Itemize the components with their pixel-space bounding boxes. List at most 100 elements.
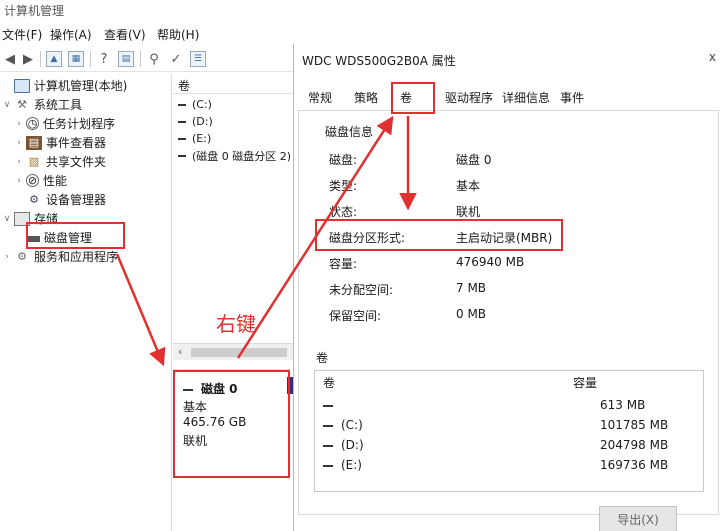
- tree-item-event-viewer[interactable]: › ▤ 事件查看器: [14, 133, 106, 152]
- column-header-volume[interactable]: 卷: [173, 74, 293, 94]
- up-folder-icon[interactable]: ▲: [46, 51, 62, 67]
- tree-item-device-manager[interactable]: ⚙ 设备管理器: [14, 190, 106, 209]
- info-label-disk: 磁盘:: [329, 153, 358, 167]
- computer-icon: [14, 78, 30, 93]
- volume-icon: [178, 103, 186, 106]
- info-value-disk: 磁盘 0: [456, 153, 492, 167]
- table-row[interactable]: (C:) 101785 MB: [315, 416, 703, 436]
- tree-root-label: 计算机管理(本地): [34, 79, 128, 93]
- horizontal-scrollbar[interactable]: ‹: [173, 343, 293, 360]
- show-hide-tree-icon[interactable]: ▦: [68, 51, 84, 67]
- tree-item-label: 存储: [34, 212, 59, 226]
- tree-item-task-scheduler[interactable]: › ◷ 任务计划程序: [14, 114, 115, 133]
- back-icon[interactable]: ◀: [2, 51, 18, 67]
- info-label-type: 类型:: [329, 179, 358, 193]
- volume-name-cell: (E:): [323, 458, 362, 472]
- chevron-down-icon[interactable]: ∨: [2, 100, 12, 110]
- volume-item[interactable]: (D:): [178, 113, 213, 130]
- help-icon[interactable]: ?: [96, 51, 112, 67]
- volumes-heading: 卷: [316, 351, 329, 365]
- tab-volumes[interactable]: 卷: [400, 89, 412, 106]
- device-manager-icon: ⚙: [29, 193, 39, 206]
- tree-item-performance[interactable]: › ⊘ 性能: [14, 171, 67, 190]
- tab-strip: 常规 策略 卷 驱动程序 详细信息 事件: [294, 84, 722, 110]
- chevron-right-icon[interactable]: ›: [14, 138, 24, 148]
- volume-item[interactable]: (C:): [178, 96, 212, 113]
- toolbar-separator: [90, 51, 91, 67]
- volume-capacity: 169736 MB: [600, 458, 669, 472]
- storage-icon: [14, 211, 30, 226]
- key-icon[interactable]: ⚲: [146, 51, 162, 67]
- volume-icon: [323, 404, 333, 407]
- tree-item-label: 系统工具: [34, 98, 83, 112]
- disk-icon: [183, 388, 193, 391]
- forward-icon[interactable]: ▶: [20, 51, 36, 67]
- tree-item-label: 事件查看器: [46, 136, 107, 150]
- volume-item-label: (C:): [192, 98, 212, 111]
- chevron-down-icon[interactable]: ∨: [2, 214, 12, 224]
- column-header-capacity[interactable]: 容量: [573, 374, 597, 391]
- table-row[interactable]: 613 MB: [315, 396, 703, 416]
- volume-item[interactable]: (磁盘 0 磁盘分区 2): [178, 147, 291, 164]
- tab-general[interactable]: 常规: [308, 89, 332, 106]
- volume-item-label: (D:): [192, 115, 213, 128]
- tab-details[interactable]: 详细信息: [502, 89, 550, 106]
- tree-item-shared-folders[interactable]: › ▧ 共享文件夹: [14, 152, 106, 171]
- volume-name: (C:): [341, 418, 363, 432]
- disk-panel[interactable]: 磁盘 0 基本 465.76 GB 联机: [173, 369, 291, 479]
- volume-name: (D:): [341, 438, 364, 452]
- volume-icon: [178, 120, 186, 123]
- properties-icon[interactable]: ▤: [118, 51, 134, 67]
- volume-icon: [178, 137, 186, 140]
- chevron-right-icon[interactable]: ›: [14, 119, 24, 129]
- tab-driver[interactable]: 驱动程序: [445, 89, 493, 106]
- tree-item-system-tools[interactable]: ∨ ⚒ 系统工具: [2, 95, 82, 114]
- volume-item[interactable]: (E:): [178, 130, 211, 147]
- menu-bar: 文件(F) 操作(A) 查看(V) 帮助(H): [0, 24, 300, 44]
- menu-file[interactable]: 文件(F): [2, 26, 42, 43]
- info-value-type: 基本: [456, 179, 481, 193]
- volume-capacity: 101785 MB: [600, 418, 669, 432]
- tree-item-label: 性能: [43, 174, 68, 188]
- close-icon[interactable]: x: [709, 50, 716, 64]
- column-header-volume[interactable]: 卷: [323, 374, 335, 391]
- menu-action[interactable]: 操作(A): [50, 26, 92, 43]
- info-label-partition-style: 磁盘分区形式:: [329, 231, 406, 245]
- toolbar: ◀ ▶ ▲ ▦ ? ▤ ⚲ ✓ ☰: [0, 46, 300, 72]
- chevron-right-icon[interactable]: ›: [14, 176, 24, 186]
- disk-name: 磁盘 0: [201, 382, 238, 396]
- table-row[interactable]: (D:) 204798 MB: [315, 436, 703, 456]
- table-row[interactable]: (E:) 169736 MB: [315, 456, 703, 476]
- tree-item-storage[interactable]: ∨ 存储: [2, 209, 58, 228]
- export-button[interactable]: 导出(X): [599, 506, 677, 531]
- list-icon[interactable]: ☰: [190, 51, 206, 67]
- info-label-capacity: 容量:: [329, 257, 358, 271]
- menu-help[interactable]: 帮助(H): [157, 26, 199, 43]
- disk-name-row: 磁盘 0: [183, 380, 238, 397]
- performance-icon: ⊘: [26, 174, 39, 187]
- info-value-unallocated: 7 MB: [456, 281, 487, 295]
- scrollbar-thumb[interactable]: [191, 348, 287, 357]
- tree-item-disk-management[interactable]: 磁盘管理: [14, 228, 92, 247]
- properties-dialog: WDC WDS500G2B0A 属性 x 常规 策略 卷 驱动程序 详细信息 事…: [293, 44, 722, 531]
- volume-icon: [178, 154, 186, 157]
- tab-policies[interactable]: 策略: [354, 89, 378, 106]
- scroll-left-icon[interactable]: ‹: [178, 345, 182, 358]
- volume-icon: [323, 424, 333, 427]
- volume-icon: [323, 464, 333, 467]
- menu-view[interactable]: 查看(V): [104, 26, 146, 43]
- volume-name-cell: (C:): [323, 418, 363, 432]
- toolbar-separator: [140, 51, 141, 67]
- check-icon[interactable]: ✓: [168, 51, 184, 67]
- tree-item-services-apps[interactable]: › ⚙ 服务和应用程序: [2, 247, 118, 266]
- chevron-right-icon[interactable]: ›: [2, 252, 12, 262]
- annotation-right-click: 右键: [216, 312, 256, 336]
- info-value-capacity: 476940 MB: [456, 255, 525, 269]
- tab-events[interactable]: 事件: [560, 89, 584, 106]
- tree-root[interactable]: 计算机管理(本地): [2, 76, 127, 95]
- event-viewer-icon: ▤: [26, 135, 42, 150]
- info-label-status: 状态:: [329, 205, 358, 219]
- tree-item-label: 任务计划程序: [43, 117, 116, 131]
- chevron-right-icon[interactable]: ›: [14, 157, 24, 167]
- disk-type: 基本: [183, 400, 208, 414]
